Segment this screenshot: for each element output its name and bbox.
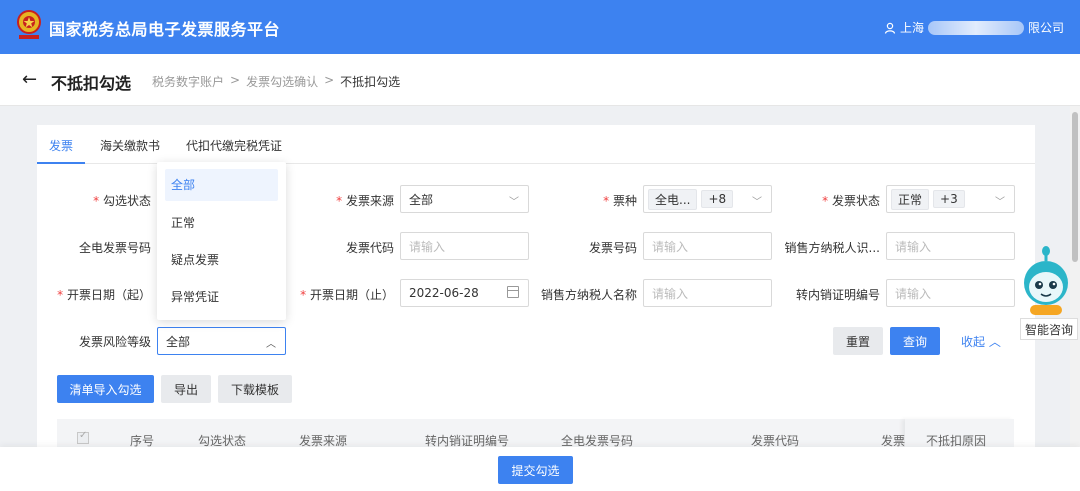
collapse-link[interactable]: 收起 ︿ xyxy=(961,333,1001,350)
invoice-status-label: 发票状态 xyxy=(822,192,880,209)
risk-level-select[interactable]: 全部 ︿ xyxy=(157,327,286,355)
user-name-suffix: 限公司 xyxy=(1027,21,1064,35)
ticket-type-label: 票种 xyxy=(603,192,637,209)
assistant-label[interactable]: 智能咨询 xyxy=(1020,318,1078,340)
export-button[interactable]: 导出 xyxy=(161,375,211,403)
page-header: ← 不抵扣勾选 税务数字账户 > 发票勾选确认 > 不抵扣勾选 xyxy=(0,54,1080,106)
user-name-redacted xyxy=(927,20,1024,35)
invoice-no-label: 发票号码 xyxy=(588,241,637,255)
breadcrumb-item-account[interactable]: 税务数字账户 xyxy=(152,73,224,90)
user-icon xyxy=(884,22,896,34)
seller-name-input[interactable]: 请输入 xyxy=(643,279,772,307)
date-end-label: 开票日期（止） xyxy=(300,286,394,303)
invoice-code-label: 发票代码 xyxy=(345,241,394,255)
invoice-source-select[interactable]: 全部 ﹀ xyxy=(400,185,529,213)
risk-level-value: 全部 xyxy=(166,334,191,349)
risk-level-label: 发票风险等级 xyxy=(78,335,151,349)
active-tab-indicator xyxy=(37,162,85,164)
user-name-prefix: 上海 xyxy=(899,21,924,35)
breadcrumb-separator: > xyxy=(324,73,335,87)
chevron-down-icon: ﹀ xyxy=(752,197,762,208)
breadcrumb-separator: > xyxy=(230,73,241,87)
date-start-label: 开票日期（起） xyxy=(57,286,151,303)
chevron-up-icon: ︿ xyxy=(988,335,1001,349)
breadcrumb: 税务数字账户 > 发票勾选确认 > 不抵扣勾选 xyxy=(152,73,400,90)
tab-bar: 发票 海关缴款书 代扣代缴完税凭证 xyxy=(37,125,1035,164)
breadcrumb-item-current: 不抵扣勾选 xyxy=(340,75,401,89)
scrollbar-thumb[interactable] xyxy=(1072,112,1078,262)
transfer-no-input[interactable]: 请输入 xyxy=(886,279,1015,307)
ticket-type-more-tag: +8 xyxy=(701,190,734,208)
download-template-button[interactable]: 下载模板 xyxy=(218,375,292,403)
import-check-button[interactable]: 清单导入勾选 xyxy=(57,375,154,403)
option-normal[interactable]: 正常 xyxy=(165,207,278,239)
invoice-no-input[interactable]: 请输入 xyxy=(643,232,772,260)
back-arrow-icon[interactable]: ← xyxy=(22,69,37,90)
option-all[interactable]: 全部 xyxy=(165,169,278,201)
query-button[interactable]: 查询 xyxy=(890,327,940,355)
option-abnormal[interactable]: 异常凭证 xyxy=(165,281,278,313)
check-status-dropdown: 全部 正常 疑点发票 异常凭证 xyxy=(157,162,286,320)
invoice-status-tag: 正常 xyxy=(891,188,930,210)
seller-name-label: 销售方纳税人名称 xyxy=(540,288,637,302)
app-title: 国家税务总局电子发票服务平台 xyxy=(49,20,281,39)
tax-emblem-icon xyxy=(17,10,41,39)
date-end-value: 2022-06-28 xyxy=(409,286,479,300)
date-end-input[interactable]: 2022-06-28 xyxy=(400,279,529,307)
invoice-status-select[interactable]: 正常 +3 ﹀ xyxy=(886,185,1015,213)
invoice-source-label: 发票来源 xyxy=(336,192,394,209)
check-status-label: 勾选状态 xyxy=(93,192,151,209)
tab-withholding[interactable]: 代扣代缴完税凭证 xyxy=(186,137,282,154)
tab-customs[interactable]: 海关缴款书 xyxy=(100,137,160,154)
breadcrumb-item-confirm[interactable]: 发票勾选确认 xyxy=(246,73,318,90)
collapse-label: 收起 xyxy=(961,335,986,349)
chevron-down-icon: ﹀ xyxy=(509,197,519,208)
transfer-no-label: 转内销证明编号 xyxy=(795,288,880,302)
top-bar: 国家税务总局电子发票服务平台 上海 限公司 xyxy=(0,0,1080,54)
submit-check-button[interactable]: 提交勾选 xyxy=(498,456,573,484)
user-account[interactable]: 上海 限公司 xyxy=(884,19,1064,36)
tab-invoice[interactable]: 发票 xyxy=(49,137,73,154)
invoice-status-more-tag: +3 xyxy=(933,190,965,208)
invoice-source-value: 全部 xyxy=(409,192,434,207)
reset-button[interactable]: 重置 xyxy=(833,327,883,355)
invoice-code-input[interactable]: 请输入 xyxy=(400,232,529,260)
calendar-icon xyxy=(507,286,519,298)
seller-tax-id-input[interactable]: 请输入 xyxy=(886,232,1015,260)
ticket-type-tag: 全电... xyxy=(648,188,698,210)
chevron-up-icon: ︿ xyxy=(266,339,276,350)
full-invoice-no-label: 全电发票号码 xyxy=(78,241,151,255)
seller-tax-id-label: 销售方纳税人识... xyxy=(784,241,880,255)
bottom-bar: 提交勾选 xyxy=(0,447,1080,491)
select-all-checkbox[interactable] xyxy=(77,430,89,444)
option-suspicious[interactable]: 疑点发票 xyxy=(165,244,278,276)
ticket-type-select[interactable]: 全电... +8 ﹀ xyxy=(643,185,772,213)
chevron-down-icon: ﹀ xyxy=(995,197,1005,208)
page-title: 不抵扣勾选 xyxy=(51,74,132,93)
